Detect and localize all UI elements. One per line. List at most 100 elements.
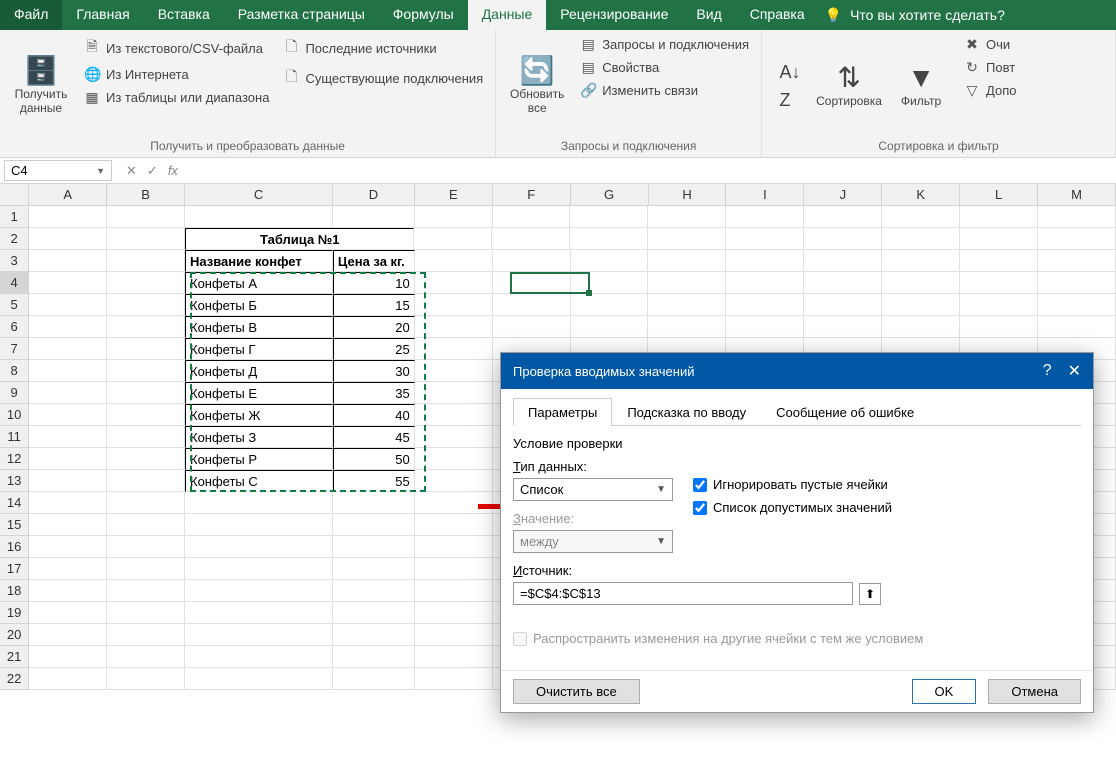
cell[interactable] [29,206,107,228]
cell[interactable] [493,206,571,228]
cell[interactable] [804,228,882,250]
cell[interactable] [107,404,185,426]
cell[interactable] [726,228,804,250]
row-header[interactable]: 10 [0,404,29,426]
row-header[interactable]: 1 [0,206,29,228]
cell[interactable] [333,646,415,668]
apply-same-checkbox[interactable]: Распространить изменения на другие ячейк… [513,631,1081,646]
recent-sources-button[interactable]: 🗋Последние источники [279,34,487,62]
cell[interactable] [493,294,571,316]
tab-help[interactable]: Справка [736,0,819,30]
cell[interactable] [29,426,107,448]
cell[interactable] [571,316,649,338]
row-header[interactable]: 5 [0,294,29,316]
cell[interactable] [415,294,493,316]
tab-pagelayout[interactable]: Разметка страницы [224,0,379,30]
cell[interactable]: Конфеты Ж [185,404,333,426]
col-header-F[interactable]: F [493,184,571,206]
tellme-search[interactable]: 💡 Что вы хотите сделать? [825,0,1005,30]
row-header[interactable]: 14 [0,492,29,514]
cell[interactable] [804,294,882,316]
cell[interactable] [571,272,649,294]
ok-button[interactable]: OK [912,679,977,704]
cell[interactable] [107,338,185,360]
cell[interactable] [107,470,185,492]
cell[interactable] [415,470,493,492]
cell[interactable] [107,382,185,404]
cell[interactable]: Конфеты З [185,426,333,448]
cell[interactable] [415,272,493,294]
select-all-corner[interactable] [0,184,29,206]
cell[interactable]: 45 [333,426,415,448]
cell[interactable] [726,250,804,272]
cell[interactable] [1038,316,1116,338]
cell[interactable] [804,206,882,228]
cell[interactable]: 40 [333,404,415,426]
cell[interactable] [333,558,415,580]
row-header[interactable]: 18 [0,580,29,602]
cell[interactable] [960,250,1038,272]
cell[interactable] [726,272,804,294]
cell[interactable] [29,250,107,272]
tab-home[interactable]: Главная [62,0,143,30]
clear-filter-button[interactable]: ✖Очи [960,34,1020,55]
existing-conn-button[interactable]: 🗋Существующие подключения [279,64,487,92]
col-header-G[interactable]: G [571,184,649,206]
tab-file[interactable]: Файл [0,0,62,30]
cell[interactable] [882,272,960,294]
cell[interactable] [107,448,185,470]
cell[interactable] [415,206,493,228]
cell[interactable] [492,228,570,250]
cell[interactable]: 55 [333,470,415,492]
cell[interactable] [185,646,333,668]
cell[interactable] [29,668,107,690]
cell[interactable]: Конфеты Г [185,338,333,360]
formula-input[interactable] [188,158,1116,183]
accept-formula-icon[interactable]: ✓ [147,163,158,179]
cell[interactable] [185,580,333,602]
cell[interactable]: Таблица №1 [185,228,414,250]
cell[interactable] [185,492,333,514]
col-header-I[interactable]: I [726,184,804,206]
cell[interactable] [415,360,493,382]
cell[interactable] [415,624,493,646]
col-header-C[interactable]: C [185,184,333,206]
filter-button[interactable]: ▼Фильтр [888,34,954,137]
cell[interactable] [107,316,185,338]
cell[interactable] [415,558,493,580]
dialog-tab-input[interactable]: Подсказка по вводу [612,398,761,426]
cell[interactable] [960,316,1038,338]
cell[interactable] [882,250,960,272]
cell[interactable]: Конфеты В [185,316,333,338]
sort-az-button[interactable]: A↓Z [770,34,810,137]
cell[interactable] [415,404,493,426]
cell[interactable] [333,492,415,514]
cell[interactable] [960,206,1038,228]
cell[interactable] [570,228,648,250]
dialog-titlebar[interactable]: Проверка вводимых значений ? ✕ [501,353,1093,389]
cell[interactable] [333,668,415,690]
row-header[interactable]: 16 [0,536,29,558]
cell[interactable] [107,492,185,514]
row-header[interactable]: 20 [0,624,29,646]
get-data-button[interactable]: 🗄️ Получить данные [8,34,74,137]
cell[interactable]: Конфеты С [185,470,333,492]
cell[interactable] [29,602,107,624]
tab-review[interactable]: Рецензирование [546,0,682,30]
cell[interactable] [29,448,107,470]
row-header[interactable]: 9 [0,382,29,404]
cell[interactable] [804,272,882,294]
cell[interactable] [29,580,107,602]
cell[interactable] [107,624,185,646]
cell[interactable] [1038,250,1116,272]
col-header-J[interactable]: J [804,184,882,206]
cell[interactable] [29,294,107,316]
cell[interactable] [29,360,107,382]
tab-formulas[interactable]: Формулы [379,0,468,30]
col-header-H[interactable]: H [649,184,727,206]
dialog-close-icon[interactable]: ✕ [1068,361,1081,381]
cell[interactable]: 25 [333,338,415,360]
cell[interactable] [414,228,492,250]
row-header[interactable]: 17 [0,558,29,580]
col-header-M[interactable]: M [1038,184,1116,206]
